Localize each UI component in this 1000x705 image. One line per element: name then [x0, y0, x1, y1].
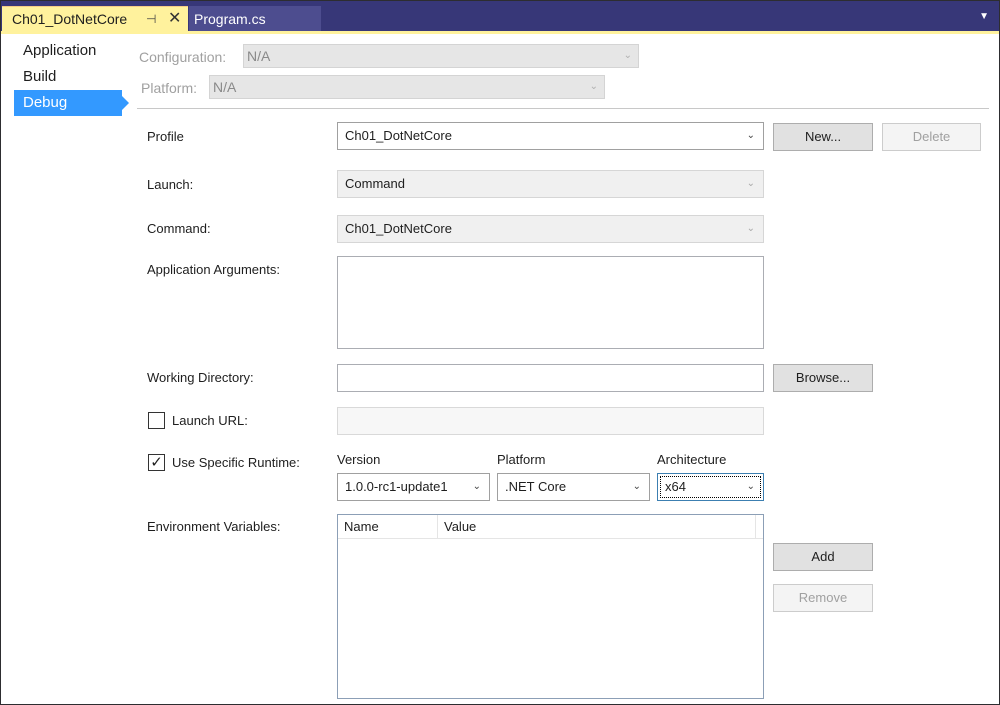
tab-program-cs[interactable]: Program.cs — [189, 6, 321, 31]
version-header: Version — [337, 452, 381, 467]
chevron-down-icon: ⌄ — [746, 178, 755, 189]
document-tab-bar: Ch01_DotNetCore ⊣ ✕ Program.cs ▼ — [1, 1, 999, 31]
use-specific-runtime-checkbox[interactable]: ✓ — [148, 454, 165, 471]
command-label: Command: — [147, 221, 211, 236]
profile-label: Profile — [147, 129, 184, 144]
platform-value: N/A — [213, 79, 237, 95]
architecture-header: Architecture — [657, 452, 727, 467]
runtime-platform-select[interactable]: .NET Core ⌄ — [497, 473, 650, 501]
close-icon[interactable]: ✕ — [168, 8, 181, 28]
browse-button[interactable]: Browse... — [773, 364, 873, 392]
version-value: 1.0.0-rc1-update1 — [345, 479, 448, 494]
active-tab-underline — [1, 31, 999, 34]
chevron-down-icon: ⌄ — [623, 50, 632, 61]
delete-profile-button[interactable]: Delete — [882, 123, 981, 151]
chevron-down-icon: ⌄ — [472, 481, 481, 492]
architecture-select[interactable]: x64 ⌄ — [657, 473, 764, 501]
nav-item-application[interactable]: Application — [8, 38, 126, 64]
nav-item-label: Build — [23, 68, 57, 85]
nav-item-label: Application — [23, 42, 97, 59]
launch-url-input[interactable] — [337, 407, 764, 435]
environment-variables-label: Environment Variables: — [147, 519, 281, 534]
chevron-down-icon: ⌄ — [589, 81, 598, 92]
new-profile-button[interactable]: New... — [773, 123, 873, 151]
launch-value: Command — [345, 176, 405, 191]
tab-overflow-dropdown-icon[interactable]: ▼ — [979, 11, 989, 22]
working-directory-label: Working Directory: — [147, 370, 254, 385]
project-properties-window: Ch01_DotNetCore ⊣ ✕ Program.cs ▼ Applica… — [0, 0, 1000, 705]
tab-ch01-dotnetcore[interactable]: Ch01_DotNetCore ⊣ ✕ — [2, 6, 188, 31]
divider — [137, 108, 989, 109]
property-pages-nav: Application Build Debug — [8, 38, 129, 116]
profile-value: Ch01_DotNetCore — [345, 128, 452, 143]
platform-select[interactable]: N/A ⌄ — [209, 75, 605, 99]
nav-item-label: Debug — [23, 94, 68, 111]
column-header-name[interactable]: Name — [338, 515, 438, 539]
grid-header: Name Value — [338, 515, 763, 539]
pin-icon[interactable]: ⊣ — [146, 12, 156, 26]
remove-env-var-button[interactable]: Remove — [773, 584, 873, 612]
configuration-value: N/A — [247, 48, 271, 64]
launch-url-checkbox[interactable] — [148, 412, 165, 429]
checkmark-icon: ✓ — [150, 454, 163, 471]
application-arguments-input[interactable] — [337, 256, 764, 349]
platform-label: Platform: — [141, 80, 198, 96]
chevron-down-icon: ⌄ — [746, 223, 755, 234]
configuration-label: Configuration: — [139, 49, 227, 65]
add-env-var-button[interactable]: Add — [773, 543, 873, 571]
launch-url-label: Launch URL: — [172, 413, 248, 428]
runtime-platform-value: .NET Core — [505, 479, 567, 494]
nav-item-build[interactable]: Build — [8, 64, 126, 90]
use-specific-runtime-label: Use Specific Runtime: — [172, 455, 300, 470]
launch-select[interactable]: Command ⌄ — [337, 170, 764, 198]
column-header-value[interactable]: Value — [438, 515, 756, 539]
command-value: Ch01_DotNetCore — [345, 221, 452, 236]
configuration-select[interactable]: N/A ⌄ — [243, 44, 639, 68]
tab-title: Program.cs — [194, 10, 266, 27]
profile-select[interactable]: Ch01_DotNetCore ⌄ — [337, 122, 764, 150]
version-select[interactable]: 1.0.0-rc1-update1 ⌄ — [337, 473, 490, 501]
tab-title: Ch01_DotNetCore — [12, 11, 128, 27]
launch-label: Launch: — [147, 177, 194, 192]
environment-variables-grid[interactable]: Name Value — [337, 514, 764, 699]
runtime-platform-header: Platform — [497, 452, 546, 467]
chevron-down-icon: ⌄ — [746, 130, 755, 141]
chevron-down-icon: ⌄ — [632, 481, 641, 492]
command-select[interactable]: Ch01_DotNetCore ⌄ — [337, 215, 764, 243]
nav-item-debug[interactable]: Debug — [14, 90, 129, 116]
application-arguments-label: Application Arguments: — [147, 262, 280, 277]
working-directory-input[interactable] — [337, 364, 764, 392]
chevron-down-icon: ⌄ — [746, 481, 755, 492]
